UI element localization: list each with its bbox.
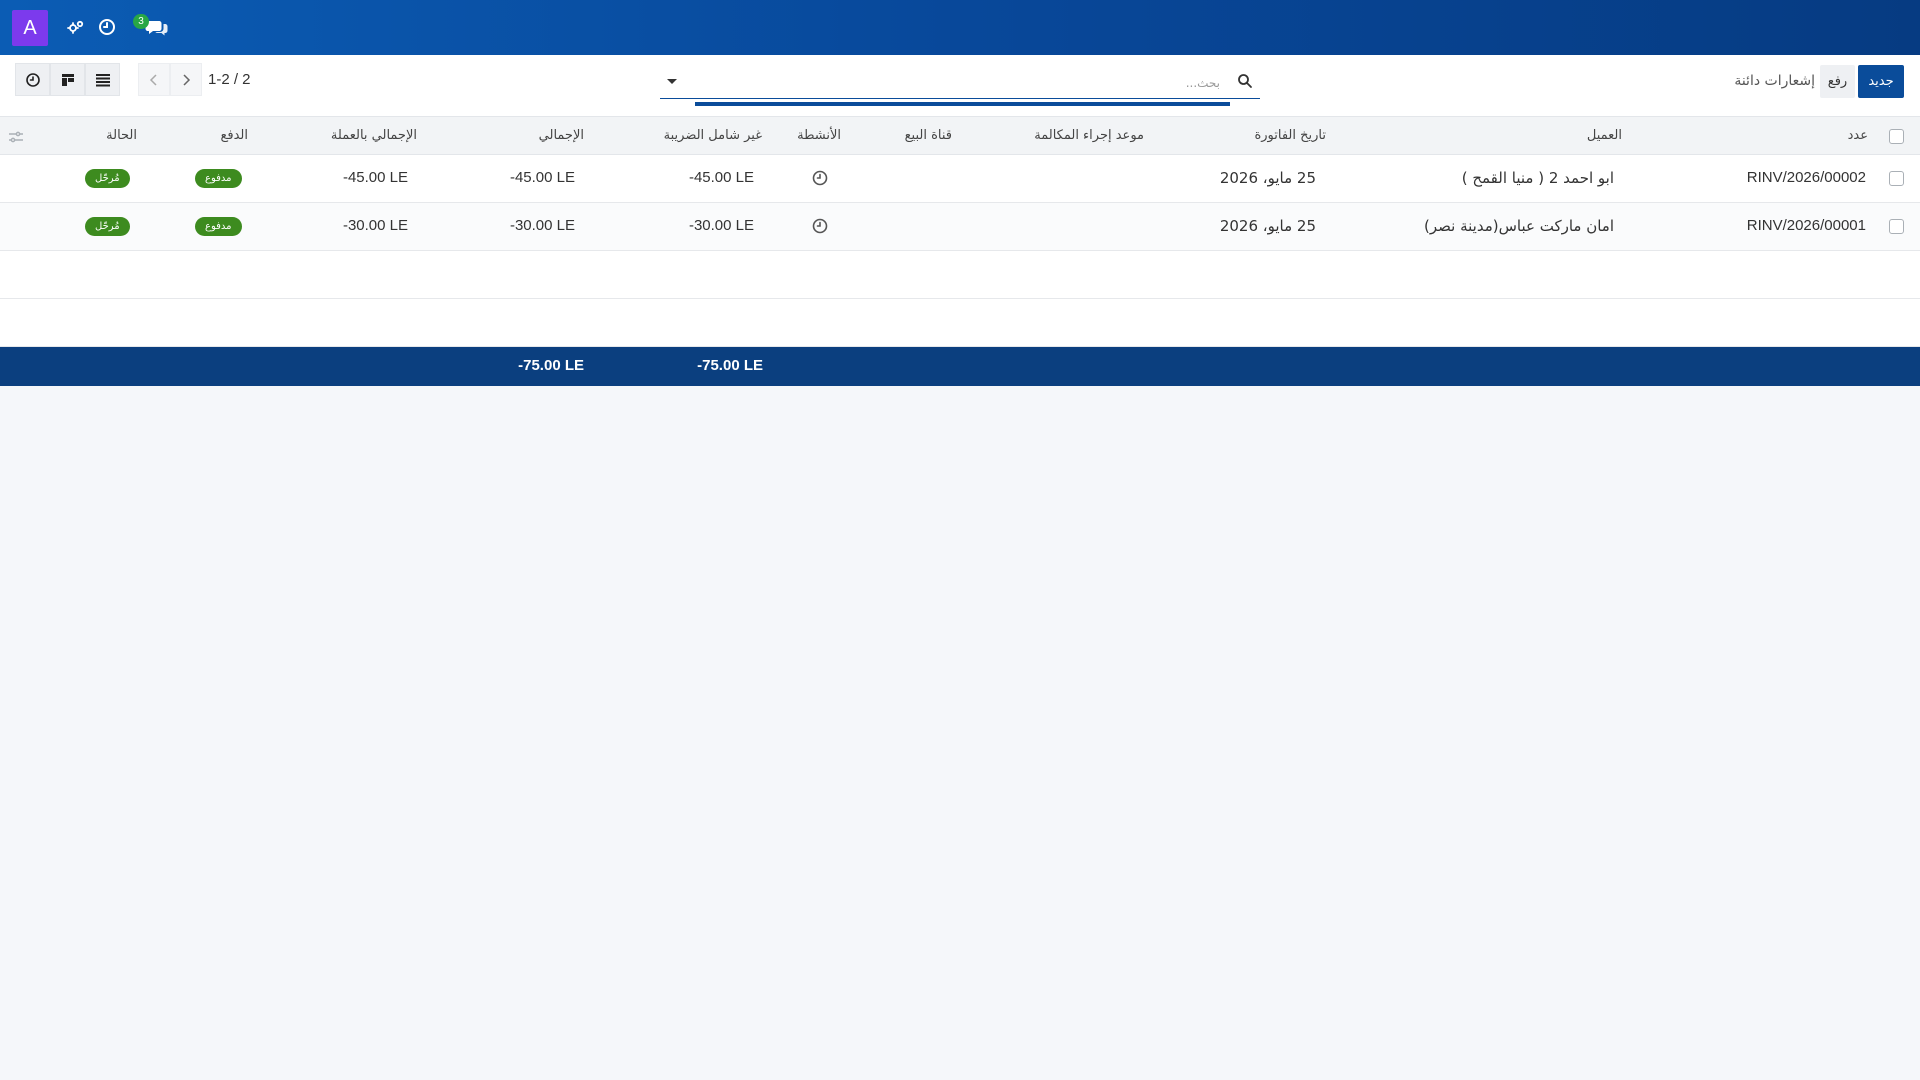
cell-untaxed: -45.00 LE [688, 169, 754, 186]
empty-row [0, 251, 1920, 299]
cell-invoice-date: 25 مايو، 2026 [1219, 169, 1316, 187]
total-untaxed: -75.00 LE [697, 357, 763, 374]
empty-row [0, 299, 1920, 347]
list-icon [95, 73, 110, 86]
row-checkbox[interactable] [1889, 219, 1904, 234]
activity-clock-icon[interactable] [812, 218, 828, 234]
new-button[interactable]: جديد [1858, 65, 1904, 98]
clock-icon [25, 72, 40, 87]
column-settings-icon[interactable] [8, 129, 24, 143]
cell-invoice-date: 25 مايو، 2026 [1219, 217, 1316, 235]
invoice-table: عدد العميل تاريخ الفاتورة موعد إجراء الم… [0, 117, 1920, 386]
table-row[interactable]: RINV/2026/00001 امان ماركت عباس(مدينة نص… [0, 203, 1920, 251]
chevron-left-icon [149, 73, 157, 86]
cell-total: -30.00 LE [509, 217, 575, 234]
col-call-date[interactable]: موعد إجراء المكالمة [1034, 128, 1144, 143]
col-total[interactable]: الإجمالي [539, 128, 584, 143]
col-sales-channel[interactable]: قناة البيع [905, 128, 952, 143]
table-header: عدد العميل تاريخ الفاتورة موعد إجراء الم… [0, 117, 1920, 155]
kanban-view-button[interactable] [50, 63, 85, 96]
cell-customer: امان ماركت عباس(مدينة نصر) [1424, 217, 1614, 235]
payment-status-badge: مدفوع [195, 169, 242, 188]
select-all-checkbox[interactable] [1889, 129, 1904, 144]
activity-clock-icon[interactable] [812, 170, 828, 186]
col-activities[interactable]: الأنشطة [797, 128, 841, 143]
cell-total-currency: -30.00 LE [342, 217, 408, 234]
pager-next-button[interactable] [170, 63, 202, 96]
cell-number: RINV/2026/00001 [1746, 217, 1866, 234]
state-badge: مُرحّل [85, 169, 130, 188]
state-badge: مُرحّل [85, 217, 130, 236]
search-focus-underline [695, 102, 1230, 106]
col-untaxed[interactable]: غير شامل الضريبة [664, 128, 762, 143]
search-input[interactable] [700, 71, 1220, 95]
search-bar [660, 67, 1260, 106]
row-checkbox[interactable] [1889, 171, 1904, 186]
clock-icon[interactable] [95, 14, 119, 40]
col-status[interactable]: الحالة [106, 128, 137, 143]
settings-gears-icon[interactable] [64, 14, 88, 40]
cell-customer: ابو احمد 2 ( منيا القمح ) [1461, 169, 1614, 187]
upload-button[interactable]: رفع [1820, 65, 1855, 98]
chevron-right-icon [183, 73, 191, 86]
cell-total: -45.00 LE [509, 169, 575, 186]
list-view-button[interactable] [85, 63, 120, 96]
pager-value[interactable]: 1-2 / 2 [208, 71, 251, 88]
total-amount: -75.00 LE [518, 357, 584, 374]
control-panel: جديد رفع إشعارات دائنة 1-2 / 2 [0, 55, 1920, 117]
cell-untaxed: -30.00 LE [688, 217, 754, 234]
col-number[interactable]: عدد [1848, 128, 1868, 143]
cell-number: RINV/2026/00002 [1746, 169, 1866, 186]
col-invoice-date[interactable]: تاريخ الفاتورة [1254, 128, 1326, 143]
top-navbar: A 3 [0, 0, 1920, 55]
table-row[interactable]: RINV/2026/00002 ابو احمد 2 ( منيا القمح … [0, 155, 1920, 203]
activity-view-button[interactable] [15, 63, 50, 96]
cell-total-currency: -45.00 LE [342, 169, 408, 186]
table-totals-footer: -75.00 LE -75.00 LE [0, 347, 1920, 386]
user-avatar[interactable]: A [12, 10, 48, 46]
col-customer[interactable]: العميل [1587, 128, 1622, 143]
kanban-icon [61, 73, 74, 86]
page-title: إشعارات دائنة [1734, 73, 1815, 89]
chat-count-badge: 3 [133, 14, 149, 29]
payment-status-badge: مدفوع [195, 217, 242, 236]
search-options-toggle-icon[interactable] [664, 73, 680, 89]
col-payment[interactable]: الدفع [220, 128, 248, 143]
col-total-currency[interactable]: الإجمالي بالعملة [331, 128, 417, 143]
pager-previous-button[interactable] [138, 63, 170, 96]
search-icon [1237, 73, 1253, 89]
